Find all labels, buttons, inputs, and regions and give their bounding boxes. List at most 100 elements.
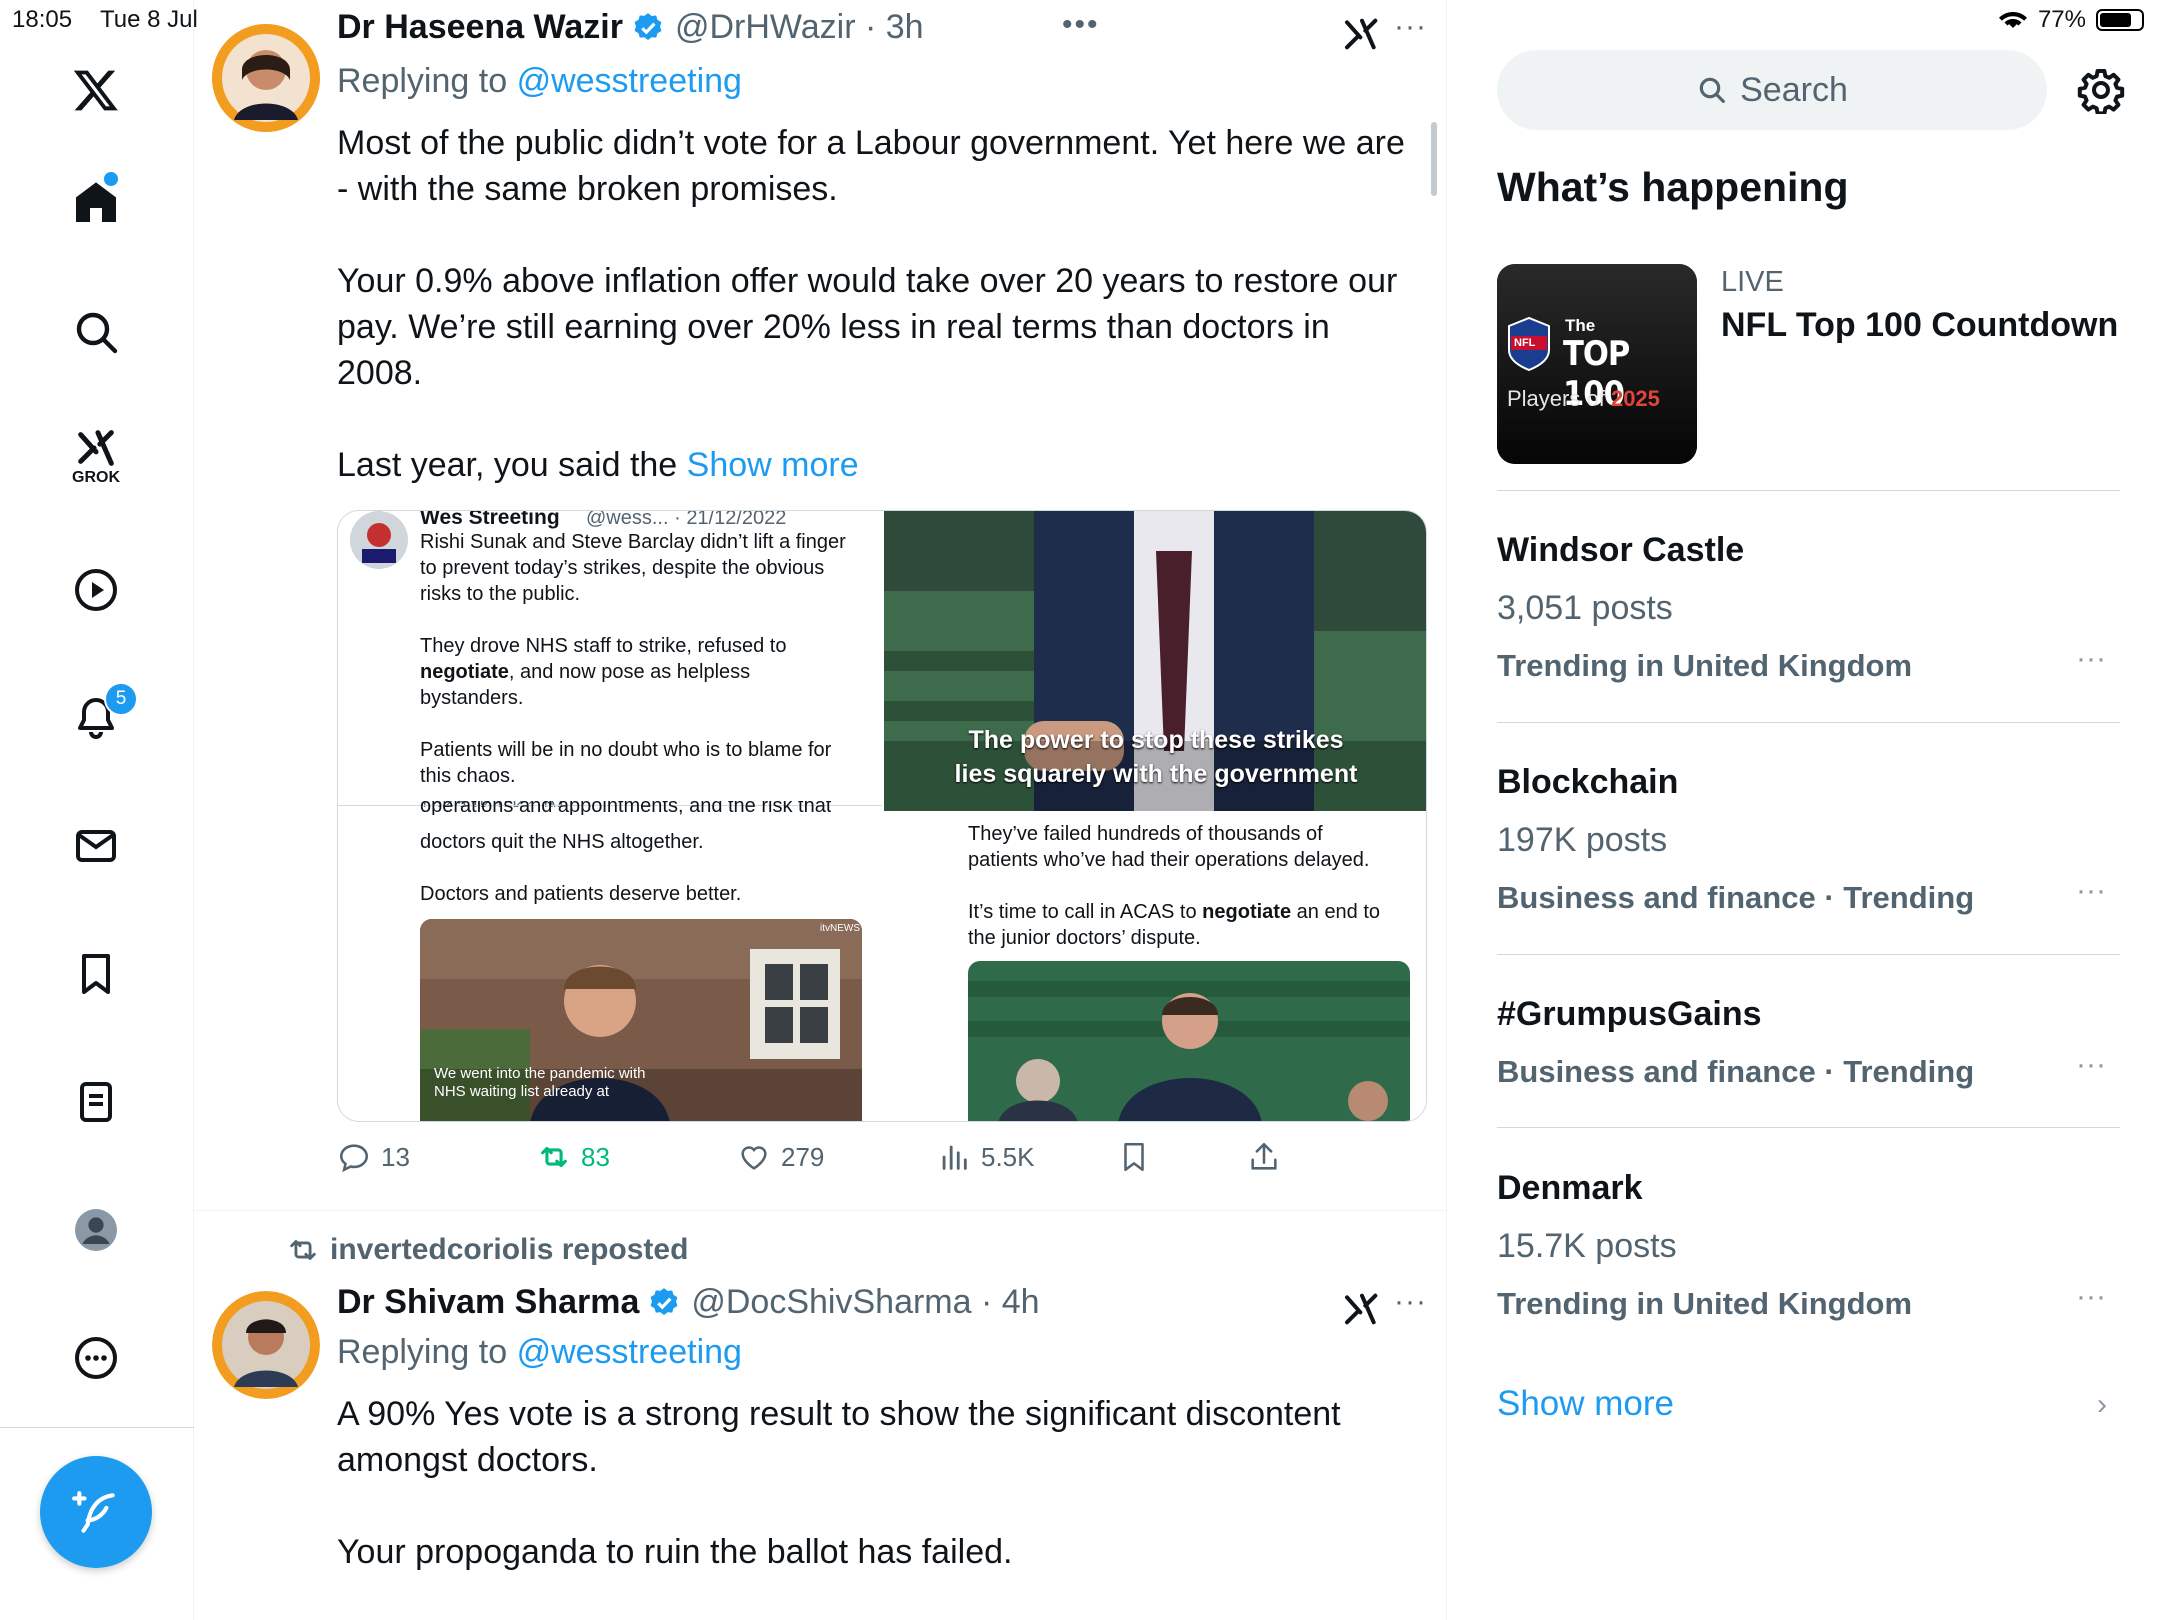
tweet-header: Dr Haseena Wazir @DrHWazir · 3h [337, 8, 924, 47]
tweet-card[interactable]: Dr Haseena Wazir @DrHWazir · 3h ··· Repl… [194, 0, 1446, 1210]
nav-grok[interactable]: GROK [60, 420, 132, 492]
more-options-icon[interactable]: ··· [1394, 10, 1427, 44]
quoted-line: Patients will be in no doubt who is to b… [420, 739, 832, 761]
media-image-right[interactable]: The power to stop these strikes lies squ… [884, 511, 1426, 1121]
quoted-avatar [350, 511, 408, 569]
quoted-line: It’s time to call in ACAS to negotiate a… [968, 899, 1380, 925]
nav-profile[interactable] [60, 1194, 132, 1266]
video-frame [968, 961, 1410, 1121]
avatar[interactable] [212, 24, 320, 132]
quoted-meta: @wess... · 21/12/2022 [586, 510, 787, 529]
avatar[interactable] [212, 1291, 320, 1399]
replying-prefix: Replying to [337, 1333, 508, 1371]
live-title[interactable]: NFL Top 100 Countdown [1721, 306, 2118, 345]
bookmark-button[interactable] [1117, 1140, 1151, 1174]
quoted-video[interactable]: We went into the pandemic with NHS waiti… [420, 919, 862, 1121]
home-unread-dot [104, 172, 118, 186]
trend-item[interactable]: Windsor Castle 3,051 posts Trending in U… [1497, 530, 2120, 686]
trend-more-icon[interactable]: ··· [2076, 642, 2106, 676]
replying-prefix: Replying to [337, 62, 508, 100]
x-logo-icon[interactable] [60, 54, 132, 126]
trend-posts: 197K posts [1497, 821, 1668, 859]
play-circle-icon [75, 569, 117, 611]
nav-bookmarks[interactable] [60, 938, 132, 1010]
trend-more-icon[interactable]: ··· [2076, 1280, 2106, 1314]
quoted-video[interactable] [968, 961, 1410, 1121]
nav-home[interactable] [60, 166, 132, 238]
author-name[interactable]: Dr Haseena Wazir [337, 8, 623, 47]
author-name[interactable]: Dr Shivam Sharma [337, 1283, 639, 1322]
author-handle[interactable]: @DrHWazir · 3h [675, 8, 924, 47]
compose-post-button[interactable] [40, 1456, 152, 1568]
trend-divider [1497, 1127, 2120, 1128]
gear-icon[interactable] [2077, 66, 2125, 114]
profile-avatar-icon [75, 1209, 117, 1251]
views-button[interactable]: 5.5K [937, 1140, 1035, 1174]
share-icon [1251, 1142, 1277, 1170]
quoted-rest: an end to [1291, 901, 1381, 923]
tweet-paragraph: Most of the public didn’t vote for a Lab… [337, 124, 1405, 208]
show-more-link[interactable]: Show more [687, 446, 859, 484]
quoted-rest: , and now pose as helpless [508, 661, 751, 683]
image-caption-line: lies squarely with the government [954, 760, 1358, 788]
mail-icon [76, 830, 116, 862]
live-label: LIVE [1721, 266, 1784, 298]
nav-notifications[interactable]: 5 [60, 682, 138, 754]
trend-more-icon[interactable]: ··· [2076, 1048, 2106, 1082]
live-event-card[interactable]: NFL The TOP 100 Players of 2025 LIVE NFL… [1497, 264, 2120, 488]
trend-item[interactable]: Blockchain 197K posts Business and finan… [1497, 762, 2120, 918]
tweet-text: A 90% Yes vote is a strong result to sho… [337, 1391, 1417, 1620]
image-caption-line: The power to stop these strikes [968, 726, 1344, 754]
trend-title: Blockchain [1497, 763, 1679, 801]
thumb-year: 2025 [1610, 386, 1660, 411]
repost-context-text[interactable]: invertedcoriolis reposted [330, 1233, 688, 1267]
like-button[interactable]: 279 [737, 1140, 824, 1174]
nav-messages[interactable] [60, 810, 132, 882]
quoted-line: risks to the public. [420, 583, 581, 605]
grok-icon[interactable] [1342, 1289, 1382, 1329]
author-handle[interactable]: @DocShivSharma · 4h [691, 1283, 1039, 1322]
tweet-text: Most of the public didn’t vote for a Lab… [337, 120, 1417, 534]
nav-explore[interactable] [60, 296, 132, 368]
trend-divider [1497, 954, 2120, 955]
tweet-paragraph: A 90% Yes vote is a strong result to sho… [337, 1395, 1341, 1479]
quoted-author: Wes Streeting [420, 510, 560, 529]
more-options-icon[interactable]: ··· [1394, 1285, 1427, 1319]
scrollbar-thumb[interactable] [1431, 122, 1437, 196]
tweet-card[interactable]: invertedcoriolis reposted Dr Shivam Shar… [194, 1211, 1446, 1620]
trend-item[interactable]: #GrumpusGains Business and finance · Tre… [1497, 994, 2120, 1092]
quoted-line: negotiate, and now pose as helpless [420, 659, 750, 685]
image-caption: The power to stop these strikes lies squ… [884, 723, 1426, 791]
tweet-paragraph: Last year, you said the Show more [337, 442, 1417, 488]
trend-more-icon[interactable]: ··· [2076, 874, 2106, 908]
thumb-text: The [1565, 316, 1596, 335]
nav-more[interactable] [60, 1322, 132, 1394]
quoted-line: patients who’ve had their operations del… [968, 849, 1370, 871]
reply-button[interactable]: 13 [337, 1140, 410, 1174]
nav-video[interactable] [60, 554, 132, 626]
trend-context: Business and finance · Trending [1497, 880, 1975, 915]
like-count: 279 [781, 1141, 825, 1172]
mention-link[interactable]: @wesstreeting [517, 62, 742, 100]
thumb-text: Players of 2025 [1507, 386, 1660, 412]
trend-title: Denmark [1497, 1169, 1643, 1207]
verified-badge-icon [634, 12, 662, 40]
show-more-link[interactable]: Show more [1497, 1384, 1674, 1424]
trend-item[interactable]: Denmark 15.7K posts Trending in United K… [1497, 1168, 2120, 1324]
mention-link[interactable]: @wesstreeting [517, 1333, 742, 1371]
repost-count: 83 [581, 1141, 610, 1172]
search-input[interactable]: Search [1497, 50, 2047, 130]
share-button[interactable] [1247, 1140, 1281, 1174]
grok-icon[interactable] [1342, 14, 1382, 54]
quoted-line: the junior doctors’ dispute. [968, 927, 1201, 949]
tweet-paragraph-text: Last year, you said the [337, 446, 678, 484]
repost-button[interactable]: 83 [537, 1140, 610, 1174]
media-image-left[interactable]: Wes Streeting @wess... · 21/12/2022 Rish… [338, 510, 882, 1121]
grok-label: GROK [72, 469, 120, 486]
bookmark-icon [1124, 1142, 1144, 1172]
quoted-line: this chaos. [420, 765, 516, 787]
nav-lists[interactable] [60, 1066, 132, 1138]
grok-icon [78, 430, 114, 466]
media-grid[interactable]: Wes Streeting @wess... · 21/12/2022 Rish… [337, 510, 1427, 1122]
chevron-right-icon[interactable]: › [2097, 1388, 2107, 1422]
